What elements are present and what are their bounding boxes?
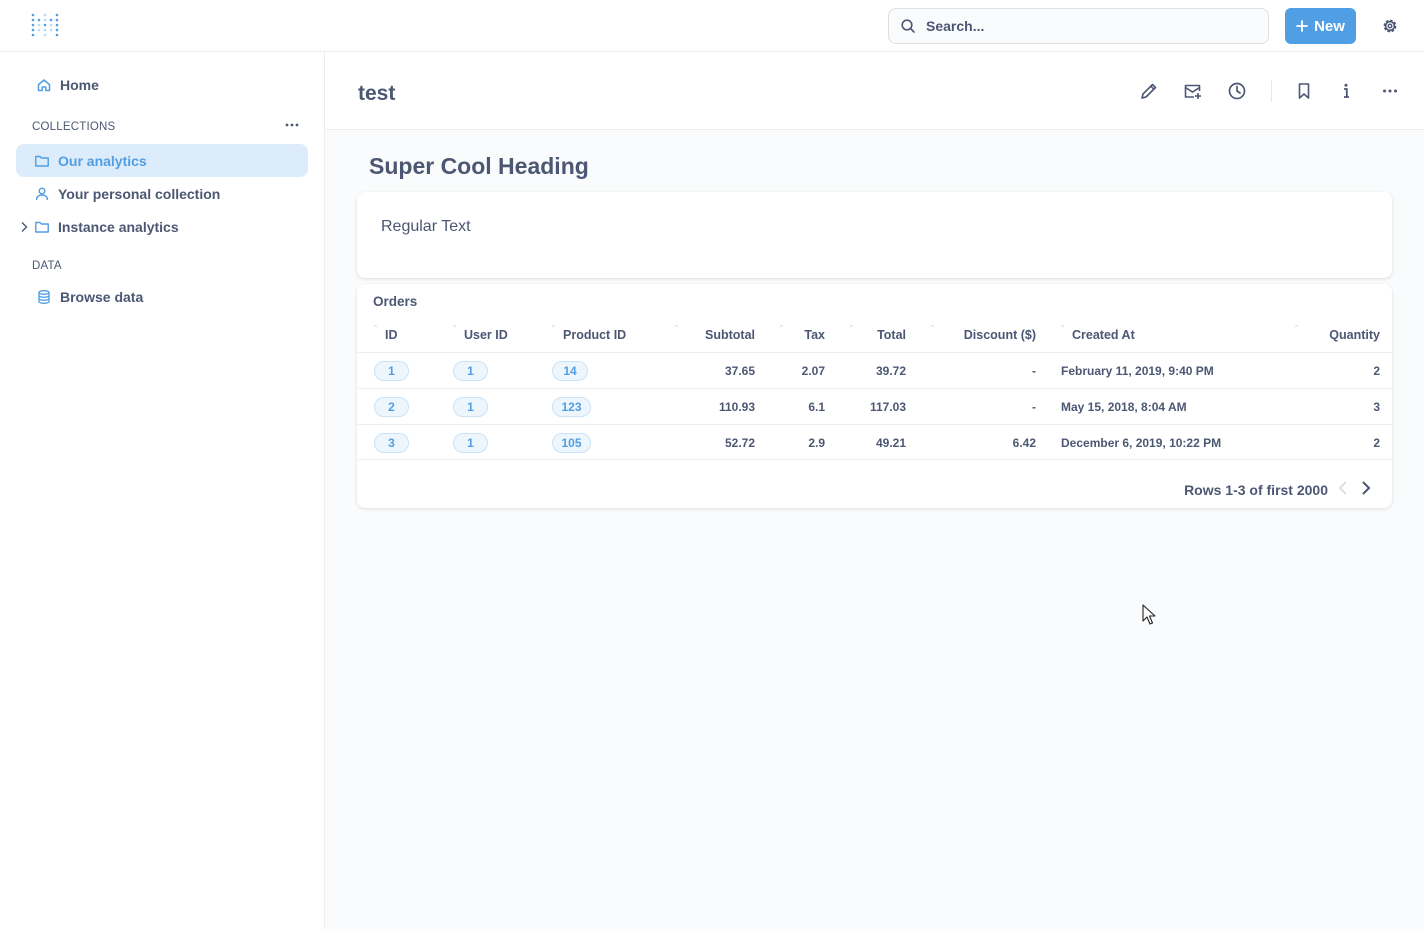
quantity-cell: 3 — [1373, 400, 1380, 414]
total-cell: 117.03 — [869, 400, 906, 414]
database-icon — [36, 289, 52, 305]
total-cell: 39.72 — [875, 364, 906, 378]
sidebar-item-personal-collection[interactable]: Your personal collection — [16, 177, 308, 210]
folder-icon — [34, 219, 50, 235]
sidebar-item-our-analytics[interactable]: Our analytics — [16, 144, 308, 177]
sidebar-item-label: Browse data — [60, 288, 144, 305]
chevron-left-icon[interactable] — [1337, 480, 1349, 496]
mouse-cursor-icon — [1142, 604, 1156, 625]
table-row: 2 1 123 110.93 6.1 117.03 - May 15, 2018… — [357, 388, 1392, 424]
created-at-cell: February 11, 2019, 9:40 PM — [1061, 364, 1214, 378]
sidebar-item-label: Your personal collection — [58, 185, 221, 202]
data-section-label: DATA — [32, 260, 62, 272]
column-header-total[interactable]: Total — [877, 328, 906, 342]
chevron-right-icon[interactable] — [1359, 480, 1373, 496]
subtotal-cell: 52.72 — [724, 436, 755, 450]
sort-caret-icon: ˆ — [780, 324, 783, 334]
search-input[interactable] — [926, 9, 1256, 43]
created-at-cell: December 6, 2019, 10:22 PM — [1061, 436, 1222, 450]
discount-cell: - — [1032, 400, 1036, 414]
column-header-quantity[interactable]: Quantity — [1329, 328, 1380, 342]
table-title[interactable]: Orders — [373, 294, 417, 309]
sort-caret-icon: ˆ — [374, 324, 377, 334]
text-card-content: Regular Text — [381, 218, 471, 235]
sidebar-item-browse-data[interactable]: Browse data — [16, 280, 308, 313]
pencil-icon[interactable] — [1139, 81, 1159, 101]
quantity-cell: 2 — [1373, 364, 1380, 378]
plus-icon — [1296, 20, 1308, 32]
home-icon — [36, 77, 52, 93]
more-icon[interactable] — [284, 120, 300, 130]
sort-caret-icon: ˆ — [552, 324, 555, 334]
sort-caret-icon: ˆ — [453, 324, 456, 334]
user-id-pill[interactable]: 1 — [453, 397, 488, 417]
id-pill[interactable]: 2 — [374, 397, 409, 417]
sidebar-item-label: Instance analytics — [58, 218, 179, 235]
metabase-logo-icon[interactable] — [30, 10, 60, 40]
tax-cell: 2.9 — [808, 436, 825, 450]
sidebar-item-label: Our analytics — [58, 152, 147, 169]
sort-caret-icon: ˆ — [675, 324, 678, 334]
total-cell: 49.21 — [875, 436, 906, 450]
folder-icon — [34, 153, 50, 169]
calendar-add-icon[interactable] — [1183, 81, 1203, 101]
column-header-id[interactable]: ID — [385, 328, 398, 342]
product-id-pill[interactable]: 123 — [552, 397, 591, 417]
table-row: 1 1 14 37.65 2.07 39.72 - February 11, 2… — [357, 352, 1392, 388]
quantity-cell: 2 — [1373, 436, 1380, 450]
info-icon[interactable] — [1336, 81, 1356, 101]
clock-icon[interactable] — [1227, 81, 1247, 101]
user-id-pill[interactable]: 1 — [453, 433, 488, 453]
top-navbar: New — [0, 0, 1424, 52]
column-header-product-id[interactable]: Product ID — [563, 328, 626, 342]
discount-cell: 6.42 — [1012, 436, 1036, 450]
product-id-pill[interactable]: 105 — [552, 433, 591, 453]
sidebar-item-label: Home — [60, 76, 99, 93]
pagination-text: Rows 1-3 of first 2000 — [1184, 482, 1328, 498]
tax-cell: 6.1 — [808, 400, 825, 414]
column-header-discount[interactable]: Discount ($) — [964, 328, 1036, 342]
new-button-label: New — [1314, 17, 1345, 35]
sidebar-item-instance-analytics[interactable]: Instance analytics — [16, 210, 308, 243]
id-pill[interactable]: 1 — [374, 361, 409, 381]
person-icon — [34, 186, 50, 202]
collections-section-label: COLLECTIONS — [32, 121, 116, 133]
orders-table-card[interactable]: Orders ˆ ˆ ˆ ˆ ˆ ˆ ˆ ˆ ˆ ID User ID Prod… — [357, 284, 1392, 508]
page-title[interactable]: test — [358, 82, 395, 106]
header-divider — [1271, 80, 1272, 102]
more-icon[interactable] — [1380, 81, 1400, 101]
new-button[interactable]: New — [1285, 8, 1356, 44]
table-row: 3 1 105 52.72 2.9 49.21 6.42 December 6,… — [357, 424, 1392, 460]
sidebar: Home COLLECTIONS Our analytics Your pers… — [0, 52, 325, 929]
column-header-created-at[interactable]: Created At — [1072, 328, 1135, 342]
column-header-tax[interactable]: Tax — [804, 328, 825, 342]
text-card[interactable]: Regular Text — [357, 192, 1392, 278]
bookmark-icon[interactable] — [1294, 81, 1314, 101]
subtotal-cell: 37.65 — [724, 364, 755, 378]
gear-icon[interactable] — [1380, 16, 1400, 36]
dashboard-header: test — [325, 52, 1424, 130]
user-id-pill[interactable]: 1 — [453, 361, 488, 381]
tax-cell: 2.07 — [801, 364, 825, 378]
column-header-subtotal[interactable]: Subtotal — [705, 328, 755, 342]
product-id-pill[interactable]: 14 — [552, 361, 588, 381]
sidebar-item-home[interactable]: Home — [16, 68, 308, 101]
column-header-user-id[interactable]: User ID — [464, 328, 508, 342]
sort-caret-icon: ˆ — [850, 324, 853, 334]
heading-card-text: Super Cool Heading — [369, 153, 589, 179]
sort-caret-icon: ˆ — [1295, 324, 1298, 334]
search-icon — [901, 19, 915, 33]
sort-caret-icon: ˆ — [1061, 324, 1064, 334]
discount-cell: - — [1032, 364, 1036, 378]
created-at-cell: May 15, 2018, 8:04 AM — [1061, 400, 1187, 414]
sort-caret-icon: ˆ — [931, 324, 934, 334]
id-pill[interactable]: 3 — [374, 433, 409, 453]
subtotal-cell: 110.93 — [718, 400, 755, 414]
search-bar[interactable] — [888, 8, 1269, 44]
